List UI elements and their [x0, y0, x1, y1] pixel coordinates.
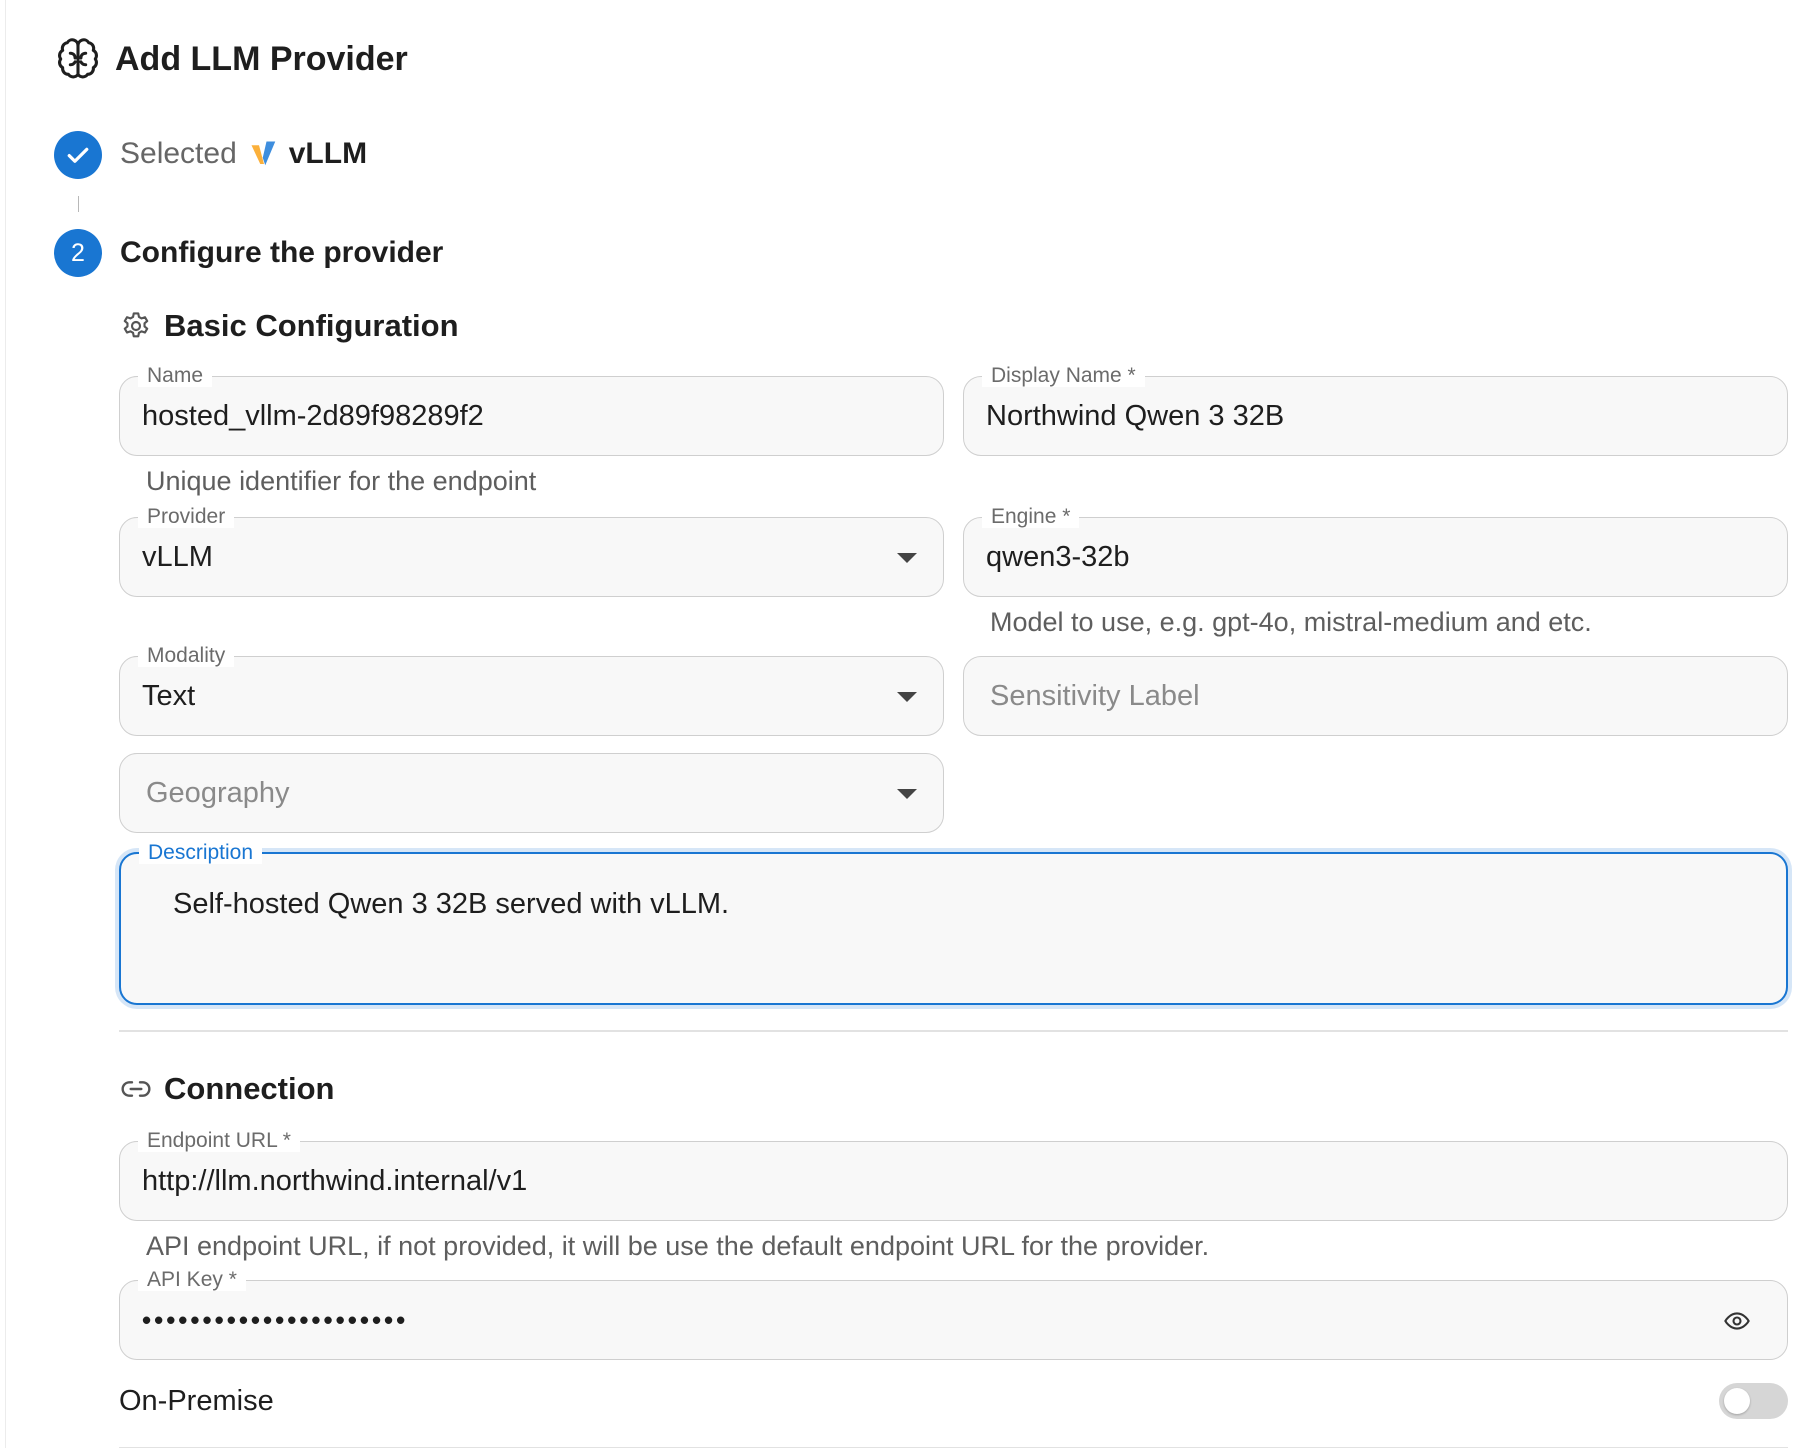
dialog-title: Add LLM Provider: [115, 39, 408, 78]
display-name-value[interactable]: Northwind Qwen 3 32B: [986, 377, 1284, 455]
brain-icon: [58, 38, 98, 79]
geography-select[interactable]: Geography: [119, 753, 944, 833]
section-divider: [119, 1030, 1788, 1032]
name-field[interactable]: Name hosted_vllm-2d89f98289f2: [119, 365, 944, 456]
name-helper-text: Unique identifier for the endpoint: [146, 466, 537, 496]
name-value[interactable]: hosted_vllm-2d89f98289f2: [142, 377, 484, 455]
basic-configuration-heading: Basic Configuration: [120, 308, 459, 344]
connection-title: Connection: [164, 1071, 335, 1106]
connection-heading: Connection: [120, 1071, 335, 1107]
step-connector: [78, 196, 79, 212]
dialog-left-border: [5, 0, 6, 1448]
on-premise-label: On-Premise: [119, 1385, 274, 1417]
sensitivity-label-select[interactable]: Sensitivity Label: [963, 656, 1788, 736]
checkmark-icon: [67, 147, 89, 163]
chevron-down-icon[interactable]: [897, 789, 917, 799]
endpoint-url-value[interactable]: http://llm.northwind.internal/v1: [142, 1142, 527, 1220]
add-llm-provider-dialog: Add LLM Provider Selected vLLM 2 Configu…: [0, 0, 1816, 1448]
step-2-label: Configure the provider: [120, 236, 444, 269]
modality-value: Text: [142, 679, 196, 712]
display-name-field[interactable]: Display Name * Northwind Qwen 3 32B: [963, 365, 1788, 456]
engine-helper-text: Model to use, e.g. gpt-4o, mistral-mediu…: [990, 607, 1592, 637]
geography-placeholder: Geography: [146, 776, 290, 809]
step-1-prefix: Selected: [120, 137, 237, 170]
endpoint-helper-text: API endpoint URL, if not provided, it wi…: [146, 1231, 1210, 1261]
step-1-summary[interactable]: Selected vLLM: [120, 137, 367, 171]
on-premise-toggle[interactable]: [1719, 1383, 1788, 1419]
link-icon: [121, 1081, 151, 1097]
api-key-field[interactable]: API Key * ••••••••••••••••••••••: [119, 1269, 1788, 1360]
api-key-value[interactable]: ••••••••••••••••••••••: [142, 1281, 408, 1359]
description-value[interactable]: Self-hosted Qwen 3 32B served with vLLM.: [173, 888, 729, 921]
description-textarea[interactable]: Description Self-hosted Qwen 3 32B serve…: [119, 842, 1788, 1005]
step-2-badge: 2: [54, 229, 102, 277]
toggle-knob: [1724, 1388, 1750, 1414]
engine-value[interactable]: qwen3-32b: [986, 518, 1130, 596]
basic-configuration-title: Basic Configuration: [164, 308, 459, 343]
modality-select[interactable]: Modality Text: [119, 645, 944, 736]
endpoint-url-field[interactable]: Endpoint URL * http://llm.northwind.inte…: [119, 1130, 1788, 1221]
engine-field[interactable]: Engine * qwen3-32b: [963, 506, 1788, 597]
vllm-logo-icon: [251, 141, 275, 166]
description-label: Description: [139, 842, 263, 864]
step-1-provider-name: vLLM: [288, 137, 368, 170]
provider-select[interactable]: Provider vLLM: [119, 506, 944, 597]
eye-icon[interactable]: [1723, 1307, 1751, 1335]
provider-value: vLLM: [142, 540, 213, 573]
chevron-down-icon[interactable]: [897, 692, 917, 702]
dialog-header: Add LLM Provider: [55, 36, 408, 82]
step-1-complete-badge: [54, 131, 102, 179]
chevron-down-icon[interactable]: [897, 553, 917, 563]
sensitivity-placeholder: Sensitivity Label: [990, 679, 1200, 712]
gear-icon: [123, 312, 149, 338]
